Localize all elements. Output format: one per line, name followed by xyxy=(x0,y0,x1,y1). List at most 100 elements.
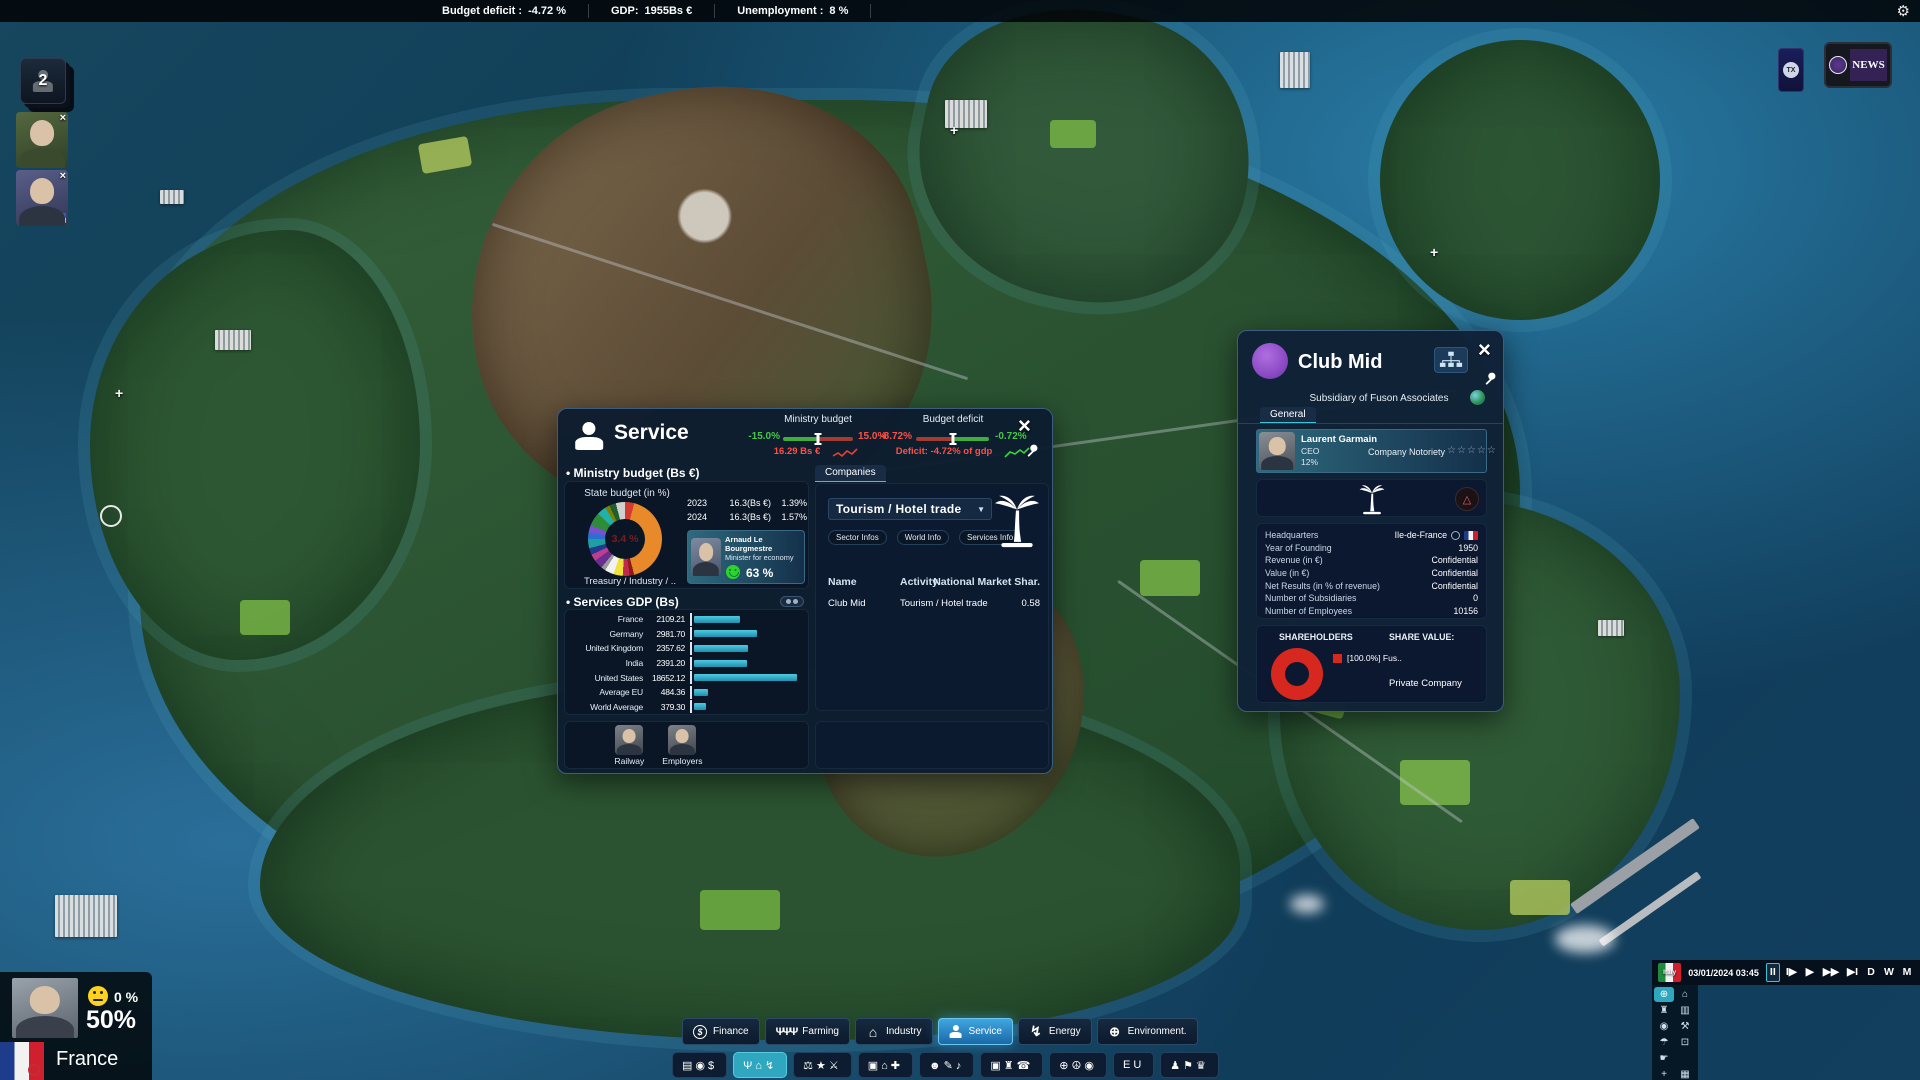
toolbar-group[interactable]: ⚖★⚔ xyxy=(793,1052,852,1078)
advisor-portrait-military[interactable]: × xyxy=(16,112,68,168)
pie-center: 3.4 % xyxy=(605,519,645,559)
tab-divider xyxy=(1238,423,1503,424)
service-ministry-icon xyxy=(574,422,604,450)
ministry-tab[interactable]: Service xyxy=(938,1018,1013,1045)
time-control-button[interactable]: II xyxy=(1766,963,1780,982)
map-marker-plus[interactable]: + xyxy=(115,385,123,401)
person-shortcut[interactable]: Employers xyxy=(662,725,702,766)
ministry-people-footer: Railway Employers xyxy=(564,721,809,769)
map-mode-icon[interactable]: ◉ xyxy=(1654,1019,1674,1034)
map-marker-plus[interactable]: + xyxy=(1430,244,1438,260)
company-logo xyxy=(1252,343,1288,379)
budget-deficit-slider[interactable] xyxy=(916,437,989,441)
top-stats: Budget deficit : -4.72 % GDP: 1955Bs € U… xyxy=(420,0,871,22)
toolbar-group[interactable]: ⊕☮◉ xyxy=(1049,1052,1107,1078)
map-mode-icon[interactable]: ⌂ xyxy=(1675,987,1695,1002)
ministry-tab[interactable]: $ Finance xyxy=(682,1018,760,1045)
minister-card[interactable]: Arnaud Le Bourgmestre Minister for econo… xyxy=(687,530,805,584)
sitemap-icon xyxy=(1439,351,1463,369)
minister-role: Minister for economy xyxy=(725,553,803,562)
active-country-flag-button[interactable]: Italy xyxy=(1658,963,1681,982)
service-ministry-panel: Service Ministry budget -15.0% 15.0% 16.… xyxy=(557,408,1053,774)
info-row: Value (in €) Confidential xyxy=(1265,567,1478,580)
map-city-cluster xyxy=(1280,52,1310,88)
ministry-tab[interactable]: ⊕ Environment. xyxy=(1097,1018,1198,1045)
ceo-card[interactable]: Laurent Garmain CEO 12% Company Notoriet… xyxy=(1256,429,1487,473)
shareholders-pie-chart[interactable] xyxy=(1271,648,1323,700)
map-marker-plus[interactable]: + xyxy=(950,122,958,138)
company-detail-panel: Club Mid × Subsidiary of Fuson Associate… xyxy=(1237,330,1504,712)
ministry-tab[interactable]: ⌂ Industry xyxy=(855,1018,933,1045)
toolbar-group[interactable]: ▣♜☎ xyxy=(980,1052,1043,1078)
toolbar-group[interactable]: ♟⚑♛ xyxy=(1160,1052,1219,1078)
info-chip-button[interactable]: Sector Infos xyxy=(828,530,887,545)
map-mode-icon[interactable]: ⚒ xyxy=(1675,1019,1695,1034)
pending-events-badge[interactable]: 2 xyxy=(20,58,66,104)
map-mode-icon[interactable]: ▦ xyxy=(1675,1067,1695,1080)
time-control-button[interactable]: ▶ xyxy=(1803,964,1817,981)
stat-value: 1955Bs € xyxy=(644,5,692,17)
globe-icon[interactable] xyxy=(1470,390,1485,405)
phone-news-icon[interactable]: TX xyxy=(1778,48,1804,92)
info-chip-button[interactable]: World Info xyxy=(897,530,949,545)
player-portrait[interactable] xyxy=(12,978,78,1038)
toolbar-group[interactable]: EU xyxy=(1113,1052,1154,1078)
map-mode-icon[interactable]: ▥ xyxy=(1675,1003,1695,1018)
pin-icon[interactable] xyxy=(1024,443,1039,458)
person-shortcut[interactable]: Railway xyxy=(615,725,645,766)
time-control-button[interactable]: D xyxy=(1864,964,1878,981)
gdp-bar-track xyxy=(690,657,802,670)
player-country[interactable]: France xyxy=(56,1048,118,1071)
toolbar-group[interactable]: ▤◉$ xyxy=(672,1052,727,1078)
map-mode-icon[interactable]: + xyxy=(1654,1067,1674,1080)
ministry-tab[interactable]: ↯ Energy xyxy=(1018,1018,1092,1045)
company-activity: Tourism / Hotel trade xyxy=(900,598,988,609)
company-row[interactable]: Club Mid Tourism / Hotel trade 0.58 xyxy=(816,598,1048,614)
toolbar-group[interactable]: ☻✎♪ xyxy=(919,1052,974,1078)
settings-gear-icon[interactable]: ⚙ xyxy=(1897,2,1910,20)
slider-min-label: -8.72% xyxy=(872,431,912,442)
tab-general[interactable]: General xyxy=(1260,407,1316,423)
footer-people: Railway Employers xyxy=(565,725,752,766)
toolbar-group[interactable]: ▣⌂✚ xyxy=(858,1052,913,1078)
map-mode-icon[interactable]: ⊡ xyxy=(1675,1035,1695,1050)
time-control-button[interactable]: M xyxy=(1900,964,1914,981)
gdp-value: 18652.12 xyxy=(643,673,685,683)
company-info-box: Headquarters Ile-de-France Year of Found… xyxy=(1256,523,1487,619)
region-icon[interactable] xyxy=(1451,531,1460,540)
close-icon[interactable]: × xyxy=(1018,415,1031,437)
map-mode-icon[interactable] xyxy=(1675,1051,1695,1066)
time-control-button[interactable]: ▶▶ xyxy=(1821,964,1841,981)
org-chart-button[interactable] xyxy=(1434,347,1468,373)
gdp-row: Average EU 484.36 xyxy=(565,685,802,700)
map-cloud xyxy=(1290,895,1324,913)
ministry-tab-icon: ⊕ xyxy=(1108,1024,1122,1040)
close-icon[interactable]: × xyxy=(60,171,66,182)
map-mode-icon[interactable]: ♜ xyxy=(1654,1003,1674,1018)
slider-handle[interactable] xyxy=(951,433,954,445)
domain-toolbar: ▤◉$ Ψ⌂↯ ⚖★⚔ ▣⌂✚ ☻✎♪ ▣♜☎ ⊕☮◉ EU ♟⚑♛ xyxy=(672,1052,1219,1078)
info-value: Confidential xyxy=(1432,555,1478,565)
slider-handle[interactable] xyxy=(817,433,820,445)
time-control-button[interactable]: I▶ xyxy=(1784,964,1799,981)
toolbar-group-icons: ♟⚑♛ xyxy=(1170,1059,1209,1072)
ministry-budget-slider[interactable] xyxy=(783,437,853,441)
ministry-tab[interactable]: ΨΨΨ Farming xyxy=(765,1018,850,1045)
time-control-button[interactable]: W xyxy=(1882,964,1896,981)
stat-label: GDP: xyxy=(611,5,639,17)
map-mode-icon[interactable]: ☛ xyxy=(1654,1051,1674,1066)
sector-dropdown[interactable]: Tourism / Hotel trade ▼ xyxy=(828,498,992,520)
map-mode-icon[interactable]: ⊕ xyxy=(1654,987,1674,1002)
service-panel-tab[interactable]: Companies xyxy=(815,465,886,482)
time-control-button[interactable]: ▶I xyxy=(1845,964,1860,981)
chart-toggle[interactable] xyxy=(780,596,804,607)
pin-icon[interactable] xyxy=(1482,371,1497,386)
map-mode-icon[interactable]: ☂ xyxy=(1654,1035,1674,1050)
close-icon[interactable]: × xyxy=(1478,339,1491,361)
ministry-tab-label: Industry xyxy=(886,1026,922,1037)
state-budget-pie-chart[interactable]: 3.4 % xyxy=(588,502,662,576)
toolbar-group[interactable]: Ψ⌂↯ xyxy=(733,1052,787,1078)
close-icon[interactable]: × xyxy=(60,113,66,124)
advisor-portrait-diplomat[interactable]: × xyxy=(16,170,68,226)
tv-news-icon[interactable]: NEWS xyxy=(1824,42,1892,88)
